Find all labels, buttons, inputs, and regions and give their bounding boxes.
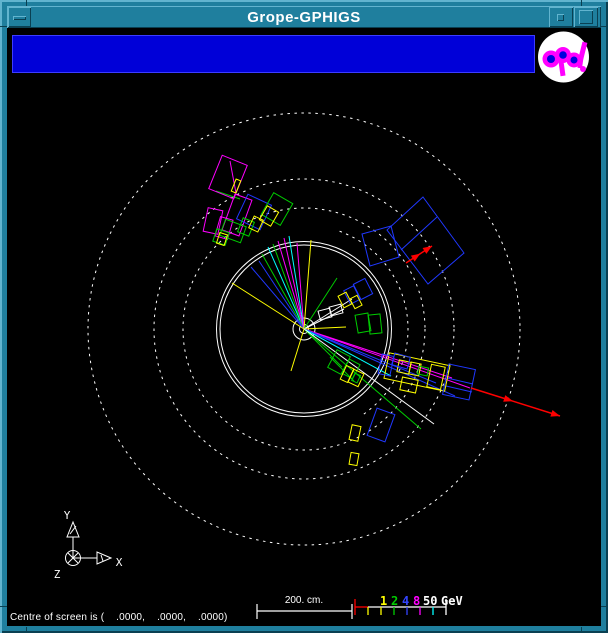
track-line bbox=[251, 267, 304, 329]
scale-bar-label: 200. cm. bbox=[285, 595, 323, 606]
track-line bbox=[304, 329, 421, 429]
calo-box bbox=[367, 408, 395, 442]
scale-bar: 200. cm. bbox=[257, 595, 352, 619]
status-bar: Centre of screen is ( .0000, .0000, .000… bbox=[10, 612, 228, 623]
calo-box bbox=[352, 373, 361, 383]
z-axis-label: Z bbox=[54, 568, 61, 581]
calo-box bbox=[349, 425, 361, 442]
legend-value-8: 8 bbox=[413, 594, 420, 608]
calo-box bbox=[349, 452, 359, 465]
window: Grope-GPHIGS Run:event 8435: 16180 Ctrk(… bbox=[0, 0, 608, 633]
frame-notch bbox=[581, 627, 582, 633]
calo-polygon bbox=[362, 226, 399, 266]
track-line bbox=[304, 329, 342, 367]
muon-arrowhead bbox=[411, 254, 420, 262]
minimize-button[interactable] bbox=[549, 7, 573, 27]
x-axis-label: X bbox=[116, 556, 123, 569]
muon-arrow-line bbox=[471, 388, 560, 416]
detail-line bbox=[230, 161, 236, 193]
event-display-svg: Y X Z 200. cm. 1 2 4 8 50 GeV bbox=[7, 28, 601, 626]
frame-notch bbox=[26, 627, 27, 633]
track-line bbox=[304, 278, 337, 329]
legend-unit: GeV bbox=[441, 594, 463, 608]
track-line bbox=[304, 329, 455, 396]
calo-box bbox=[443, 364, 476, 400]
legend-value-1: 1 bbox=[380, 594, 387, 608]
legend-value-2: 2 bbox=[391, 594, 398, 608]
calo-box bbox=[344, 286, 361, 304]
titlebar[interactable]: Grope-GPHIGS bbox=[7, 6, 601, 28]
event-graphics bbox=[88, 113, 560, 545]
track-line bbox=[304, 327, 346, 329]
frame-notch bbox=[601, 26, 608, 27]
muon-arrowhead bbox=[550, 410, 560, 417]
muon-arrowhead bbox=[503, 395, 513, 402]
track-line bbox=[304, 299, 352, 329]
calo-box bbox=[353, 278, 372, 299]
track-line bbox=[259, 261, 304, 329]
track-line bbox=[291, 329, 304, 371]
track-line bbox=[304, 240, 311, 329]
calo-box bbox=[215, 217, 233, 240]
frame-notch bbox=[601, 606, 608, 607]
frame-notch bbox=[0, 26, 7, 27]
event-display-area: Run:event 8435: 16180 Ctrk(N= 65 Sump= 8… bbox=[7, 28, 601, 626]
legend-value-50: 50 bbox=[423, 594, 437, 608]
calo-box bbox=[328, 350, 351, 375]
energy-legend: 1 2 4 8 50 GeV bbox=[355, 594, 463, 615]
calo-box bbox=[338, 292, 352, 308]
legend-value-4: 4 bbox=[402, 594, 409, 608]
frame-notch bbox=[0, 606, 7, 607]
x-axis-arrowhead bbox=[97, 552, 111, 564]
track-line bbox=[304, 329, 391, 376]
maximize-icon bbox=[579, 10, 593, 24]
y-axis-label: Y bbox=[64, 509, 71, 522]
muon-arrowhead bbox=[423, 246, 432, 254]
coordinate-axes: Y X Z bbox=[54, 509, 123, 581]
calo-box bbox=[329, 304, 343, 316]
track-line bbox=[232, 283, 304, 329]
minimize-icon bbox=[557, 14, 564, 21]
maximize-button[interactable] bbox=[574, 7, 598, 27]
detail-line bbox=[401, 217, 437, 250]
track-line bbox=[304, 329, 434, 424]
window-title: Grope-GPHIGS bbox=[7, 9, 601, 26]
calo-box bbox=[209, 155, 248, 198]
